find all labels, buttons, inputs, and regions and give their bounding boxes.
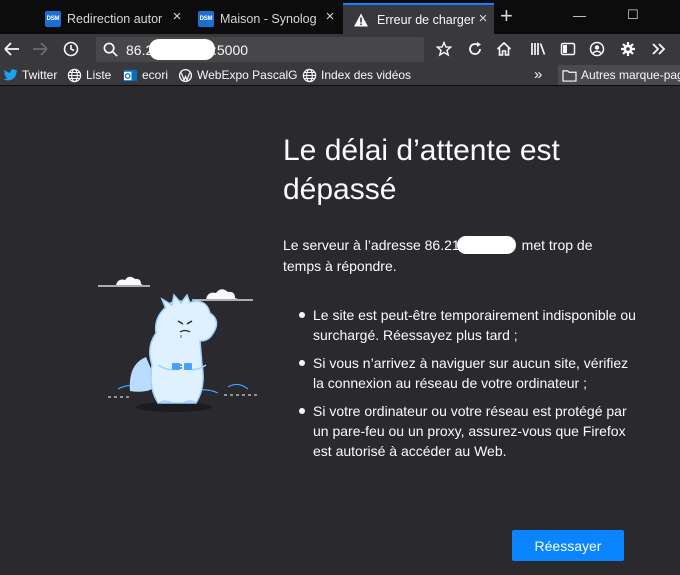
tab-maison-synology[interactable]: DSM Maison - Synolog ×	[190, 3, 341, 34]
error-description: Le serveur à l’adresse 86.21 met trop de …	[283, 235, 623, 277]
account-button[interactable]	[586, 38, 608, 60]
other-bookmarks-label: Autres marque-pages	[581, 68, 680, 82]
reload-button[interactable]	[464, 38, 486, 60]
close-icon[interactable]: ×	[323, 9, 337, 24]
home-button[interactable]	[493, 38, 515, 60]
twitter-icon	[4, 69, 18, 81]
close-icon[interactable]: ×	[170, 9, 184, 24]
double-chevron-icon	[652, 43, 666, 55]
error-suggestions-list: Le site est peut-être temporairement ind…	[297, 305, 637, 469]
tab-title: Erreur de charger	[377, 12, 475, 27]
redaction-mark	[457, 236, 516, 254]
search-icon	[103, 42, 118, 57]
dsm-icon: DSM	[45, 10, 61, 27]
tab-strip: DSM Redirection autor × DSM Maison - Syn…	[0, 0, 680, 34]
new-tab-button[interactable]: +	[500, 5, 513, 27]
bookmark-ecori[interactable]: ecori	[123, 67, 168, 83]
library-button[interactable]	[527, 38, 549, 60]
tab-redirection[interactable]: DSM Redirection autor ×	[37, 3, 188, 34]
error-description-start: Le serveur à l’adresse 86.21	[283, 237, 460, 253]
bookmark-label: Liste	[86, 68, 112, 82]
home-icon	[496, 41, 512, 56]
bookmark-label: WebExpo PascalG	[197, 68, 298, 82]
back-arrow-icon	[4, 42, 19, 56]
bookmark-label: Twitter	[22, 68, 58, 82]
bookmarks-toolbar: Twitter Liste ecori WebExpo PascalG Inde…	[0, 64, 680, 86]
reload-icon	[469, 42, 481, 55]
redaction-mark	[149, 39, 215, 60]
close-icon[interactable]: ×	[476, 11, 490, 26]
minimize-button[interactable]: —	[573, 8, 586, 23]
dsm-icon: DSM	[198, 10, 214, 27]
globe-icon	[302, 68, 317, 82]
bookmarks-overflow-button[interactable]: »	[534, 66, 542, 83]
bookmark-index-videos[interactable]: Index des vidéos	[302, 67, 411, 83]
list-item: Si votre ordinateur ou votre réseau est …	[297, 401, 637, 461]
list-item: Le site est peut-être temporairement ind…	[297, 305, 637, 345]
other-bookmarks-folder[interactable]: Autres marque-pages	[558, 65, 680, 85]
account-icon	[589, 41, 605, 57]
bookmark-twitter[interactable]: Twitter	[4, 67, 57, 83]
bookmark-liste[interactable]: Liste	[67, 67, 111, 83]
maximize-button[interactable]: ☐	[627, 7, 639, 23]
url-bar[interactable]: 86.2 :5000	[96, 37, 424, 62]
back-button[interactable]	[1, 38, 23, 60]
globe-icon	[67, 68, 82, 82]
bookmark-webexpo[interactable]: WebExpo PascalG	[178, 67, 298, 83]
error-title: Le délai d’attente est dépassé	[283, 134, 560, 206]
tab-title: Redirection autor	[67, 11, 163, 26]
wordpress-icon	[178, 68, 193, 82]
bookmark-star-button[interactable]	[433, 38, 455, 60]
bookmark-label: Index des vidéos	[321, 68, 412, 82]
gear-icon	[621, 42, 635, 56]
warning-icon	[354, 13, 368, 26]
tab-title: Maison - Synolog	[220, 11, 317, 26]
timeout-dinosaur-illustration	[98, 276, 258, 412]
library-icon	[530, 43, 545, 55]
bookmark-label: ecori	[142, 68, 169, 82]
overflow-menu-button[interactable]	[647, 38, 669, 60]
sidebar-icon	[560, 42, 576, 56]
forward-arrow-icon	[33, 42, 48, 56]
clock-icon	[63, 41, 79, 57]
extension-button[interactable]	[617, 38, 639, 60]
tab-erreur[interactable]: Erreur de charger ×	[343, 3, 494, 34]
navigation-toolbar: 86.2 :5000	[0, 34, 680, 64]
folder-icon	[562, 69, 577, 82]
list-item: Si vous n’arrivez à naviguer sur aucun s…	[297, 353, 637, 393]
error-page: Le délai d’attente est dépassé Le serveu…	[0, 87, 680, 575]
retry-button[interactable]: Réessayer	[512, 530, 624, 561]
sidebar-button[interactable]	[557, 38, 579, 60]
star-icon	[436, 41, 452, 57]
url-text-end: :5000	[213, 42, 249, 58]
outlook-icon	[123, 69, 138, 81]
history-button[interactable]	[60, 38, 82, 60]
forward-button[interactable]	[29, 38, 51, 60]
